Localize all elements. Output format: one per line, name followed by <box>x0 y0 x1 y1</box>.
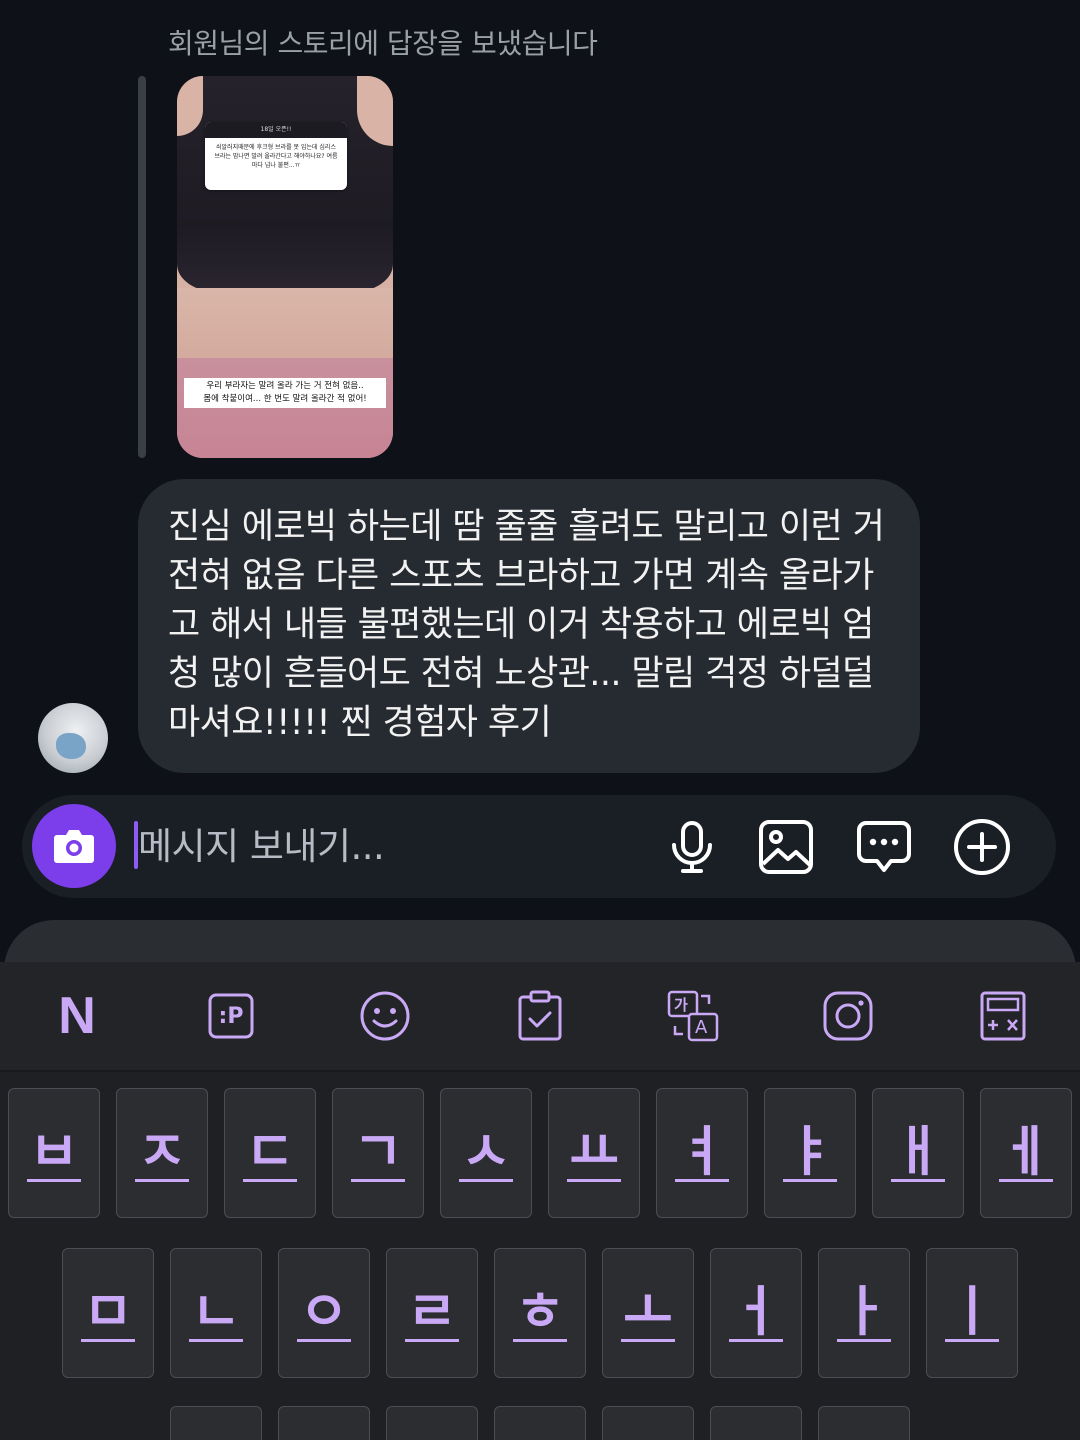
key-row3-5[interactable] <box>602 1406 694 1440</box>
clipboard-check-icon[interactable] <box>514 990 566 1042</box>
translate-label-en: A <box>695 1017 708 1038</box>
key-row2-1[interactable]: ㅁ <box>62 1248 154 1378</box>
key-row1-9[interactable]: ㅐ <box>872 1088 964 1218</box>
key-row1-6[interactable]: ㅛ <box>548 1088 640 1218</box>
key-row2-7[interactable]: ㅓ <box>710 1248 802 1378</box>
story-question-text: 쇠알러지때문에 후크형 브라를 못 입는데 심리스 브라는 맘나면 말려 올라간… <box>214 144 338 169</box>
key-row1-3[interactable]: ㄷ <box>224 1088 316 1218</box>
clipboard-p-icon[interactable]: :P <box>205 990 257 1042</box>
key-row2-2[interactable]: ㄴ <box>170 1248 262 1378</box>
story-question-header: 18일 오픈!! <box>205 122 347 138</box>
translate-label-ko: 가 <box>674 996 688 1014</box>
key-label: ㅔ <box>999 1119 1053 1183</box>
key-label: ㅑ <box>783 1119 837 1183</box>
key-label: ㅓ <box>729 1279 783 1343</box>
key-label: ㅕ <box>675 1119 729 1183</box>
key-row2-3[interactable]: ㅇ <box>278 1248 370 1378</box>
story-caption-line-1: 우리 부라자는 말려 올라 가는 거 전혀 없음.. <box>206 381 364 391</box>
keyboard-toolbar: N :P 가 A <box>0 962 1080 1072</box>
key-row1-1[interactable]: ㅂ <box>8 1088 100 1218</box>
instagram-icon[interactable] <box>822 990 874 1042</box>
message-input[interactable] <box>136 817 640 875</box>
avatar-figure <box>56 733 86 759</box>
key-row2-4[interactable]: ㄹ <box>386 1248 478 1378</box>
key-label: ㅛ <box>567 1119 621 1183</box>
key-label: ㄱ <box>351 1119 405 1183</box>
key-row1-10[interactable]: ㅔ <box>980 1088 1072 1218</box>
key-row1-8[interactable]: ㅑ <box>764 1088 856 1218</box>
avatar[interactable] <box>38 703 108 773</box>
image-icon[interactable] <box>756 817 816 877</box>
key-row3-3[interactable] <box>386 1406 478 1440</box>
translate-icon[interactable]: 가 A <box>667 990 719 1042</box>
key-row3-2[interactable] <box>278 1406 370 1440</box>
naver-icon[interactable]: N <box>51 987 103 1045</box>
key-label: ㅂ <box>27 1119 81 1183</box>
key-row2-5[interactable]: ㅎ <box>494 1248 586 1378</box>
key-row3-6[interactable] <box>710 1406 802 1440</box>
key-label: ㅁ <box>81 1279 135 1343</box>
key-row2-9[interactable]: ㅣ <box>926 1248 1018 1378</box>
key-row1-4[interactable]: ㄱ <box>332 1088 424 1218</box>
microphone-icon[interactable] <box>662 817 722 877</box>
key-label: ㅣ <box>945 1279 999 1343</box>
clipboard-p-label: :P <box>218 1003 244 1029</box>
key-row2-8[interactable]: ㅏ <box>818 1248 910 1378</box>
key-label: ㅎ <box>513 1279 567 1343</box>
key-row3-1[interactable] <box>170 1406 262 1440</box>
story-question-box: 18일 오픈!! 쇠알러지때문에 후크형 브라를 못 입는데 심리스 브라는 맘… <box>205 122 347 190</box>
key-label: ㅇ <box>297 1279 351 1343</box>
key-label: ㄹ <box>405 1279 459 1343</box>
calculator-icon[interactable] <box>977 990 1029 1042</box>
emoji-icon[interactable] <box>359 990 411 1042</box>
key-label: ㅈ <box>135 1119 189 1183</box>
reply-note: 회원님의 스토리에 답장을 보냈습니다 <box>168 27 598 60</box>
key-label: ㄷ <box>243 1119 297 1183</box>
key-label: ㅗ <box>621 1279 675 1343</box>
key-row2-6[interactable]: ㅗ <box>602 1248 694 1378</box>
key-label: ㅏ <box>837 1279 891 1343</box>
story-photo-pants <box>177 358 393 458</box>
key-label: ㅐ <box>891 1119 945 1183</box>
key-label: ㄴ <box>189 1279 243 1343</box>
key-row3-7[interactable] <box>818 1406 910 1440</box>
message-composer <box>22 795 1056 898</box>
story-caption: 우리 부라자는 말려 올라 가는 거 전혀 없음.. 몸에 착붙이여... 한 … <box>184 378 386 408</box>
camera-icon <box>54 830 94 863</box>
key-row1-5[interactable]: ㅅ <box>440 1088 532 1218</box>
story-caption-line-2: 몸에 착붙이여... 한 번도 말려 올라간 적 없어! <box>203 394 367 404</box>
message-bubble[interactable]: 진심 에로빅 하는데 땀 줄줄 흘려도 말리고 이런 거 전혀 없음 다른 스포… <box>138 479 920 773</box>
naver-icon-label: N <box>58 987 96 1045</box>
story-photo-midriff <box>177 288 393 358</box>
key-row3-4[interactable] <box>494 1406 586 1440</box>
story-thumbnail[interactable]: 18일 오픈!! 쇠알러지때문에 후크형 브라를 못 입는데 심리스 브라는 맘… <box>177 76 393 458</box>
camera-button[interactable] <box>32 804 116 888</box>
keyboard: N :P 가 A ㅂ ㅈ ㄷ ㄱ ㅅ ㅛ ㅕ ㅑ ㅐ ㅔ ㅁ ㄴ ㅇ ㄹ ㅎ ㅗ… <box>0 962 1080 1440</box>
message-icon[interactable] <box>854 817 914 877</box>
plus-icon[interactable] <box>952 817 1012 877</box>
key-row1-7[interactable]: ㅕ <box>656 1088 748 1218</box>
key-label: ㅅ <box>459 1119 513 1183</box>
key-row1-2[interactable]: ㅈ <box>116 1088 208 1218</box>
story-quote-bar <box>138 76 146 458</box>
